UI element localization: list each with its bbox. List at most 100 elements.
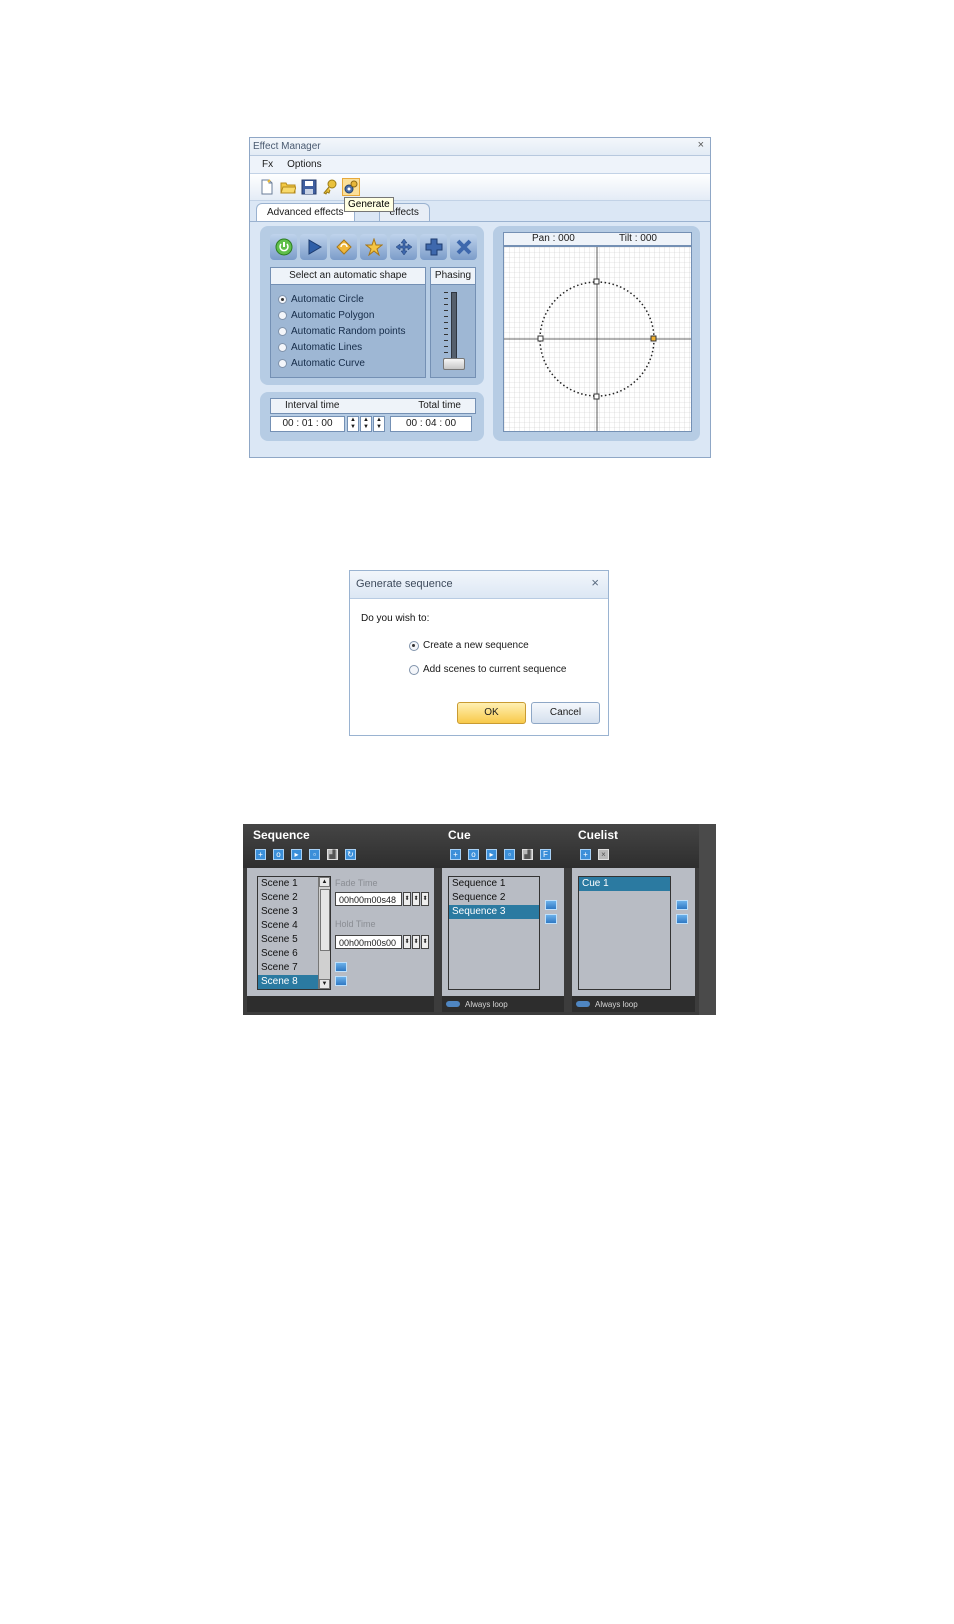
spin-icon[interactable]: ⬍ (403, 892, 411, 906)
ok-button[interactable]: OK (457, 702, 526, 724)
copy-icon[interactable]: ▫ (504, 849, 515, 860)
close-icon[interactable]: × (698, 139, 704, 151)
fade-time-input[interactable]: 00h00m00s48 (335, 892, 402, 906)
sequence-footer (247, 996, 434, 1012)
dialog-titlebar: Generate sequence × (350, 571, 608, 599)
star-icon[interactable] (360, 234, 387, 260)
interval-time-field[interactable]: 00 : 01 : 00 (270, 416, 345, 432)
play-icon[interactable] (300, 234, 327, 260)
delete-icon[interactable]: × (598, 849, 609, 860)
spin-icon[interactable]: ⬍ (421, 935, 429, 949)
dialog-question: Do you wish to: (361, 613, 430, 624)
generate-icon[interactable] (342, 178, 360, 196)
hold-time-spinners[interactable]: ⬍ ⬍ ⬍ (403, 935, 429, 949)
list-item[interactable]: Sequence 1 (449, 877, 539, 891)
spin-up-down-icon[interactable]: ▲ ▼ (373, 416, 385, 432)
option-add-scenes[interactable]: Add scenes to current sequence (409, 664, 566, 675)
cuelist-title: Cuelist (578, 828, 619, 842)
radio-button[interactable] (278, 358, 287, 368)
panel-edge (699, 824, 716, 1015)
open-folder-icon[interactable] (279, 178, 297, 196)
menu-fx[interactable]: Fx (262, 159, 273, 170)
move-up-icon[interactable] (545, 900, 557, 910)
cuelist-body: Cue 1 (572, 868, 695, 996)
spin-up-down-icon[interactable]: ▲ ▼ (347, 416, 359, 432)
menu-options[interactable]: Options (287, 159, 321, 170)
move-icon[interactable] (390, 234, 417, 260)
shape-option-lines[interactable]: Automatic Lines (278, 339, 425, 355)
chart-icon[interactable]: ▟ (327, 849, 338, 860)
scroll-down-icon[interactable]: ▼ (319, 979, 330, 989)
fade-time-label: Fade Time (335, 878, 378, 888)
shape-option-circle[interactable]: Automatic Circle (278, 291, 425, 307)
radio-button[interactable] (409, 640, 419, 651)
shape-option-curve[interactable]: Automatic Curve (278, 355, 425, 371)
fade-time-spinners[interactable]: ⬍ ⬍ ⬍ (403, 892, 429, 906)
always-loop-toggle[interactable] (446, 1001, 460, 1007)
rotate-icon[interactable] (330, 234, 357, 260)
new-file-icon[interactable] (258, 178, 276, 196)
move-down-icon[interactable] (335, 976, 347, 986)
record-icon[interactable]: o (273, 849, 284, 860)
shape-option-random-points[interactable]: Automatic Random points (278, 323, 425, 339)
spin-icon[interactable]: ⬍ (412, 892, 420, 906)
move-down-icon[interactable] (545, 914, 557, 924)
add-icon[interactable]: + (255, 849, 266, 860)
cuelist-header: Cuelist + × (568, 824, 699, 868)
add-icon[interactable]: + (450, 849, 461, 860)
play-icon[interactable]: ▸ (291, 849, 302, 860)
cue-list[interactable]: Sequence 1 Sequence 2 Sequence 3 (448, 876, 540, 990)
pan-tilt-grid[interactable] (503, 246, 692, 432)
copy-icon[interactable]: ▫ (309, 849, 320, 860)
spin-icon[interactable]: ⬍ (412, 935, 420, 949)
cross-icon[interactable] (420, 234, 447, 260)
option-create-new-sequence[interactable]: Create a new sequence (409, 640, 529, 651)
scroll-thumb[interactable] (320, 889, 330, 951)
tab-advanced-effects[interactable]: Advanced effects (256, 203, 355, 221)
cuelist-list[interactable]: Cue 1 (578, 876, 671, 990)
cancel-button[interactable]: Cancel (531, 702, 600, 724)
radio-button[interactable] (278, 342, 287, 352)
phasing-slider-thumb[interactable] (443, 358, 465, 370)
move-up-icon[interactable] (676, 900, 688, 910)
fx-icon[interactable]: F (540, 849, 551, 860)
effect-manager-window: Effect Manager × Fx Options Generate Adv… (249, 137, 711, 458)
cue-title: Cue (448, 828, 471, 842)
list-item[interactable]: Sequence 3 (449, 905, 539, 919)
shape-selector: Select an automatic shape Automatic Circ… (270, 267, 426, 378)
add-icon[interactable]: + (580, 849, 591, 860)
list-item[interactable]: Cue 1 (579, 877, 670, 891)
always-loop-toggle[interactable] (576, 1001, 590, 1007)
radio-button[interactable] (409, 664, 419, 675)
scroll-up-icon[interactable]: ▲ (319, 877, 330, 887)
list-item[interactable]: Sequence 2 (449, 891, 539, 905)
phasing-box: Phasing (430, 267, 476, 378)
radio-button[interactable] (278, 310, 287, 320)
refresh-icon[interactable]: ↻ (345, 849, 356, 860)
spin-icon[interactable]: ⬍ (403, 935, 411, 949)
key-icon[interactable] (321, 178, 339, 196)
scene-list-scrollbar[interactable]: ▲ ▼ (318, 877, 330, 989)
sequence-column: Sequence + o ▸ ▫ ▟ ↻ Scene 1 Scene 2 Sce… (243, 824, 438, 1015)
phasing-header: Phasing (431, 268, 475, 285)
shape-label: Automatic Lines (291, 341, 363, 353)
hold-time-input[interactable]: 00h00m00s00 (335, 935, 402, 949)
power-icon[interactable] (270, 234, 297, 260)
move-down-icon[interactable] (676, 914, 688, 924)
shape-option-polygon[interactable]: Automatic Polygon (278, 307, 425, 323)
record-icon[interactable]: o (468, 849, 479, 860)
spin-icon[interactable]: ⬍ (421, 892, 429, 906)
save-icon[interactable] (300, 178, 318, 196)
phasing-slider-track[interactable] (451, 292, 457, 366)
sequence-cue-panel: Sequence + o ▸ ▫ ▟ ↻ Scene 1 Scene 2 Sce… (243, 824, 716, 1015)
spin-up-down-icon[interactable]: ▲ ▼ (360, 416, 372, 432)
delete-icon[interactable] (450, 234, 477, 260)
close-icon[interactable]: × (591, 575, 599, 590)
chart-icon[interactable]: ▟ (522, 849, 533, 860)
radio-button[interactable] (278, 294, 287, 304)
move-up-icon[interactable] (335, 962, 347, 972)
radio-button[interactable] (278, 326, 287, 336)
scene-list[interactable]: Scene 1 Scene 2 Scene 3 Scene 4 Scene 5 … (257, 876, 331, 990)
play-icon[interactable]: ▸ (486, 849, 497, 860)
total-time-field[interactable]: 00 : 04 : 00 (390, 416, 472, 432)
